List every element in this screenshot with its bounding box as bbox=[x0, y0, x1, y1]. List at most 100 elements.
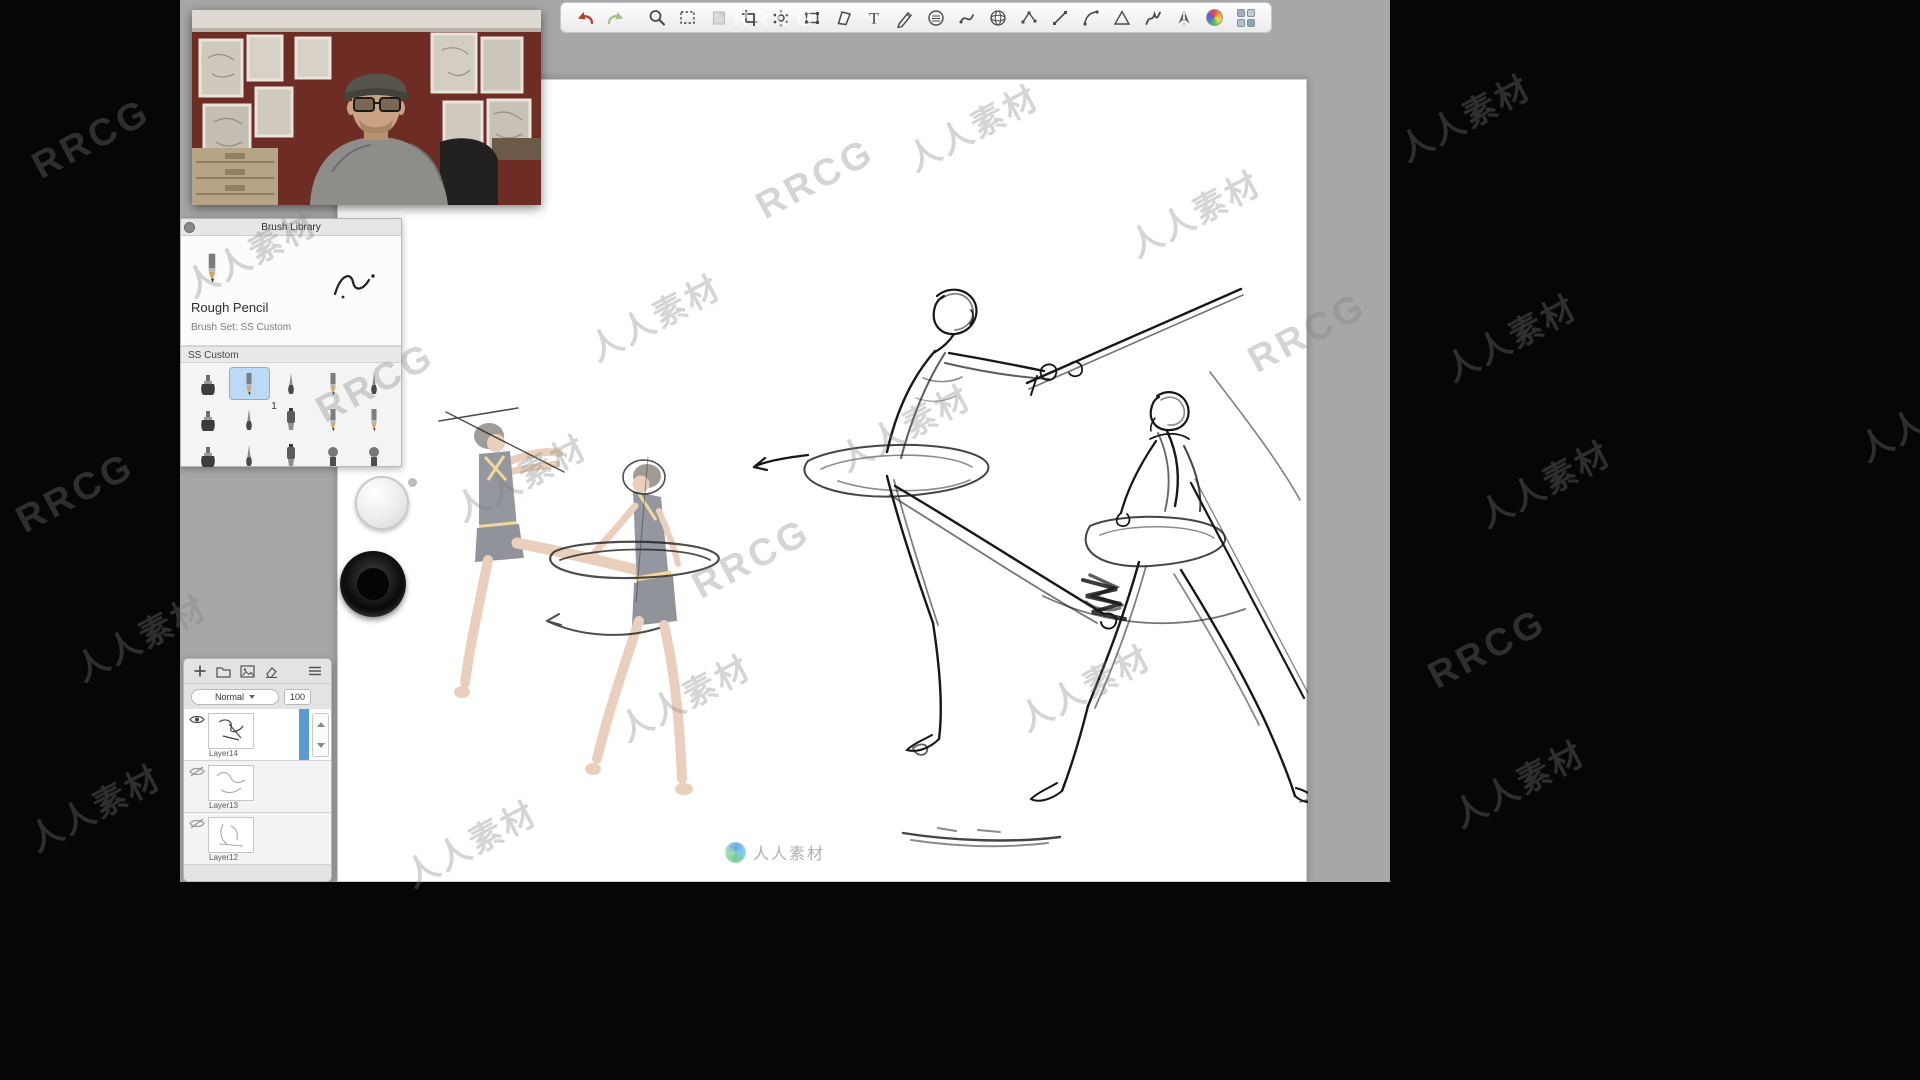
redo-icon bbox=[606, 8, 626, 28]
marker-brush-icon bbox=[281, 407, 301, 433]
brush-puck[interactable] bbox=[340, 551, 406, 617]
undo-button[interactable] bbox=[569, 4, 600, 31]
site-logo-icon bbox=[725, 842, 746, 863]
brush-brush-icon bbox=[364, 371, 384, 397]
panel-collapse-button[interactable] bbox=[184, 222, 195, 233]
color-puck[interactable] bbox=[355, 476, 409, 530]
layer-opacity-field[interactable]: 100 bbox=[284, 689, 311, 705]
brush-swatch[interactable] bbox=[270, 439, 312, 472]
toolbar: T bbox=[560, 2, 1272, 33]
zoom-button[interactable] bbox=[641, 4, 672, 31]
layer-thumbnail bbox=[208, 713, 254, 749]
undo-icon bbox=[575, 8, 595, 28]
swatches-icon bbox=[1237, 9, 1255, 27]
panel-menu-icon[interactable] bbox=[308, 665, 322, 677]
brush-swatch[interactable] bbox=[353, 403, 395, 436]
pencil-icon bbox=[895, 8, 915, 28]
crop-button[interactable] bbox=[734, 4, 765, 31]
polygon-icon bbox=[1112, 8, 1132, 28]
pencil-brush-icon bbox=[364, 407, 384, 433]
stroke-style-button[interactable] bbox=[920, 4, 951, 31]
brush-library-title-bar: Brush Library bbox=[181, 219, 401, 236]
polygon-button[interactable] bbox=[1106, 4, 1137, 31]
eye-off-icon[interactable] bbox=[189, 766, 205, 777]
blend-mode-value: Normal bbox=[215, 692, 244, 702]
layers-toolbar bbox=[184, 659, 331, 684]
watermark: 人人素材 bbox=[1849, 361, 1920, 471]
image-icon[interactable] bbox=[240, 665, 255, 678]
site-logo: 人人素材 bbox=[725, 840, 825, 864]
arc-icon bbox=[1081, 8, 1101, 28]
chair bbox=[440, 138, 498, 205]
brush-swatch[interactable] bbox=[353, 367, 395, 400]
chevron-down-icon bbox=[249, 695, 255, 699]
color-wheel-button[interactable] bbox=[1199, 4, 1230, 31]
brush-swatch[interactable]: 1 bbox=[270, 403, 312, 436]
brush-swatch[interactable] bbox=[187, 403, 229, 436]
calligraphy-button[interactable] bbox=[1137, 4, 1168, 31]
sphere-button[interactable] bbox=[982, 4, 1013, 31]
pattern-button[interactable] bbox=[765, 4, 796, 31]
brush-swatch[interactable] bbox=[270, 367, 312, 400]
eye-off-icon[interactable] bbox=[189, 818, 205, 829]
watermark: 人人素材 bbox=[19, 751, 169, 861]
brush-swatch[interactable] bbox=[187, 367, 229, 400]
freehand-icon bbox=[957, 8, 977, 28]
brush-swatch[interactable] bbox=[229, 403, 271, 436]
pencil-brush-icon bbox=[323, 407, 343, 433]
brush-swatch[interactable] bbox=[312, 403, 354, 436]
eraser-icon[interactable] bbox=[264, 665, 279, 678]
gesture-figure-left bbox=[754, 289, 1243, 755]
transform-button[interactable] bbox=[796, 4, 827, 31]
brush-swatch[interactable] bbox=[229, 439, 271, 472]
distort-button[interactable] bbox=[827, 4, 858, 31]
layer-name: Layer12 bbox=[209, 853, 238, 862]
redo-button[interactable] bbox=[600, 4, 631, 31]
layer-row[interactable]: Layer12 bbox=[184, 813, 331, 865]
layer-row-selected[interactable]: Layer14 bbox=[184, 709, 331, 761]
brush-preview: Rough Pencil Brush Set: SS Custom bbox=[181, 236, 401, 346]
brush-swatch[interactable] bbox=[187, 439, 229, 472]
move-layer-up-icon[interactable] bbox=[317, 722, 325, 727]
text-button[interactable]: T bbox=[858, 4, 889, 31]
move-layer-down-icon[interactable] bbox=[317, 743, 325, 748]
marquee-select-button[interactable] bbox=[672, 4, 703, 31]
layer-stepper[interactable] bbox=[312, 713, 329, 757]
brush-library-panel: Brush Library Rough Pencil Brush Set: SS… bbox=[180, 218, 402, 467]
marker-brush-icon bbox=[281, 443, 301, 469]
line-button[interactable] bbox=[1044, 4, 1075, 31]
webcam-window[interactable] bbox=[192, 10, 541, 205]
add-layer-icon[interactable] bbox=[193, 664, 207, 678]
paste-button[interactable] bbox=[703, 4, 734, 31]
puck-handle-dot[interactable] bbox=[408, 478, 417, 487]
brush-swatch[interactable] bbox=[312, 367, 354, 400]
layer-thumbnail bbox=[208, 817, 254, 853]
brush-brush-icon bbox=[239, 407, 259, 433]
layers-panel: Normal 100 Layer14 Layer13 Layer12 bbox=[183, 658, 332, 882]
brush-swatch[interactable] bbox=[312, 439, 354, 472]
layer-controls: Normal 100 bbox=[184, 684, 331, 709]
crop-icon bbox=[740, 8, 760, 28]
desk bbox=[492, 138, 541, 160]
layer-row[interactable]: Layer13 bbox=[184, 761, 331, 813]
pencil-brush-icon bbox=[323, 371, 343, 397]
distort-icon bbox=[833, 8, 853, 28]
symmetry-button[interactable] bbox=[1168, 4, 1199, 31]
arc-button[interactable] bbox=[1075, 4, 1106, 31]
brush-set-section-header: SS Custom bbox=[181, 346, 401, 363]
brush-swatch[interactable] bbox=[353, 439, 395, 472]
nodes-button[interactable] bbox=[1013, 4, 1044, 31]
eye-icon[interactable] bbox=[189, 714, 205, 725]
video-content: T RRCG bbox=[180, 0, 1390, 882]
folder-icon[interactable] bbox=[216, 665, 231, 678]
watermark: 人人素材 bbox=[1443, 727, 1593, 837]
marquee-select-icon bbox=[678, 8, 698, 28]
pencil-button[interactable] bbox=[889, 4, 920, 31]
brush-swatch-selected[interactable] bbox=[229, 367, 271, 400]
screen: { "watermark": { "brand": "RRCG", "cn": … bbox=[0, 0, 1920, 1080]
freehand-button[interactable] bbox=[951, 4, 982, 31]
line-icon bbox=[1050, 8, 1070, 28]
blend-mode-select[interactable]: Normal bbox=[191, 689, 279, 705]
brush-badge: 1 bbox=[271, 401, 277, 412]
swatches-button[interactable] bbox=[1230, 4, 1261, 31]
